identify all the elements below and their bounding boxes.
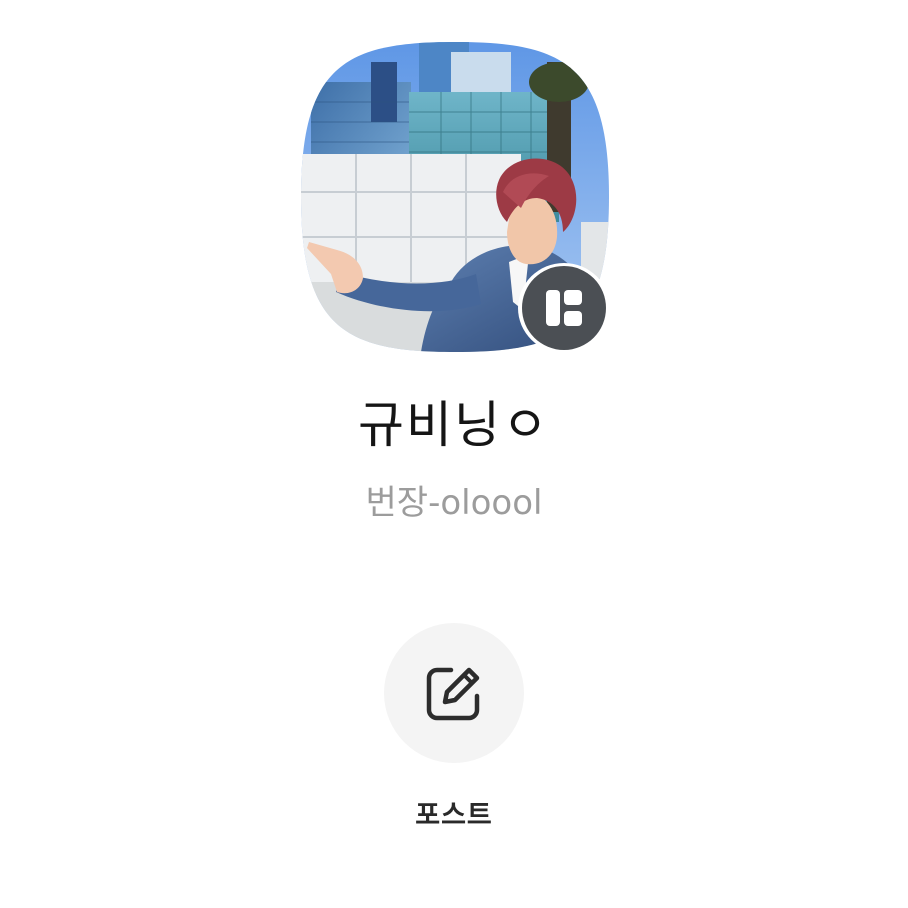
profile-card-icon	[546, 290, 582, 326]
profile-card-badge-circle	[522, 266, 606, 350]
post-button-label: 포스트	[415, 800, 493, 831]
profile-name: 규비닝ㅇ	[358, 396, 550, 454]
edit-icon	[426, 667, 480, 721]
profile-page: 규비닝ㅇ 번장-oloool 포스트	[0, 0, 908, 908]
status-message: 번장-oloool	[365, 483, 543, 523]
profile-card-badge[interactable]	[518, 263, 610, 353]
post-button[interactable]	[384, 623, 524, 763]
